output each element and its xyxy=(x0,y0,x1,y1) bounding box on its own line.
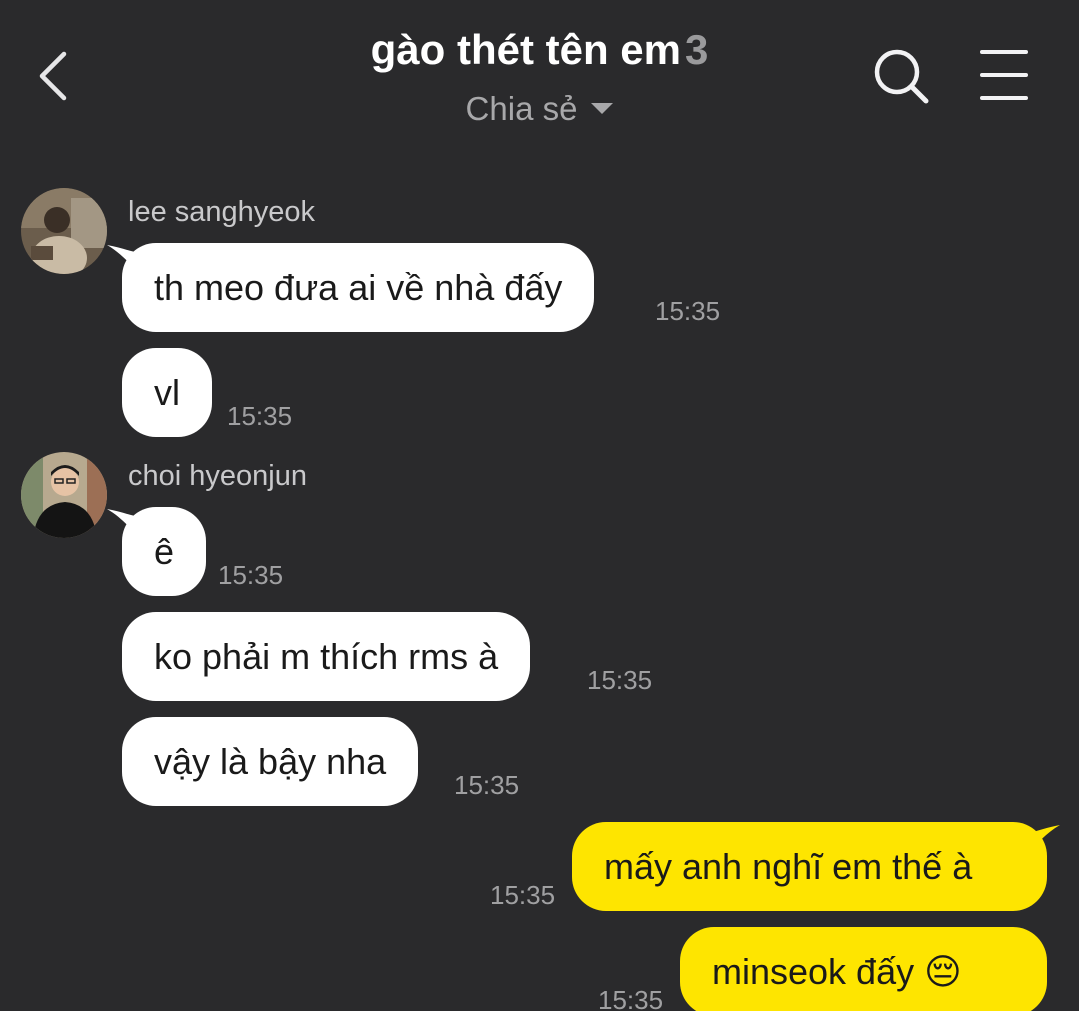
message-time: 15:35 xyxy=(598,985,664,1011)
avatar-photo xyxy=(21,188,107,274)
chat-screen: gào thét tên em3 Chia sẻ lee sanghyeok t… xyxy=(0,0,1079,1011)
caret-down-icon xyxy=(591,102,614,114)
message-bubble-outgoing[interactable]: minseok đấy 😔 xyxy=(680,927,1047,1011)
chat-name: gào thét tên em xyxy=(370,26,681,73)
message-text: minseok đấy xyxy=(712,951,915,992)
sender-name: lee sanghyeok xyxy=(128,196,316,228)
message-bubble-outgoing[interactable]: mấy anh nghĩ em thế à xyxy=(572,822,1047,911)
message-bubble[interactable]: vậy là bậy nha xyxy=(122,717,419,806)
sender-name: choi hyeonjun xyxy=(128,460,307,492)
message-time: 15:35 xyxy=(454,770,520,800)
message-bubble[interactable]: ko phải m thích rms à xyxy=(122,612,531,701)
message-time: 15:35 xyxy=(490,880,556,910)
message-time: 15:35 xyxy=(655,296,721,326)
member-count: 3 xyxy=(685,26,709,73)
pensive-face-emoji: 😔 xyxy=(924,952,962,993)
menu-icon xyxy=(980,50,1028,100)
avatar-photo xyxy=(21,452,107,538)
search-button[interactable] xyxy=(868,44,934,110)
message-bubble[interactable]: th meo đưa ai về nhà đấy xyxy=(122,243,595,332)
message-bubble[interactable]: vl xyxy=(122,348,212,437)
share-label: Chia sẻ xyxy=(465,90,578,127)
message-time: 15:35 xyxy=(227,401,293,431)
bubble-tail-outgoing xyxy=(1028,825,1060,853)
menu-button[interactable] xyxy=(976,46,1032,106)
avatar-choi-hyeonjun[interactable] xyxy=(21,452,107,538)
message-time: 15:35 xyxy=(218,560,284,590)
avatar-lee-sanghyeok[interactable] xyxy=(21,188,107,274)
search-icon xyxy=(874,49,929,104)
message-bubble[interactable]: ê xyxy=(122,507,207,596)
message-time: 15:35 xyxy=(587,665,653,695)
